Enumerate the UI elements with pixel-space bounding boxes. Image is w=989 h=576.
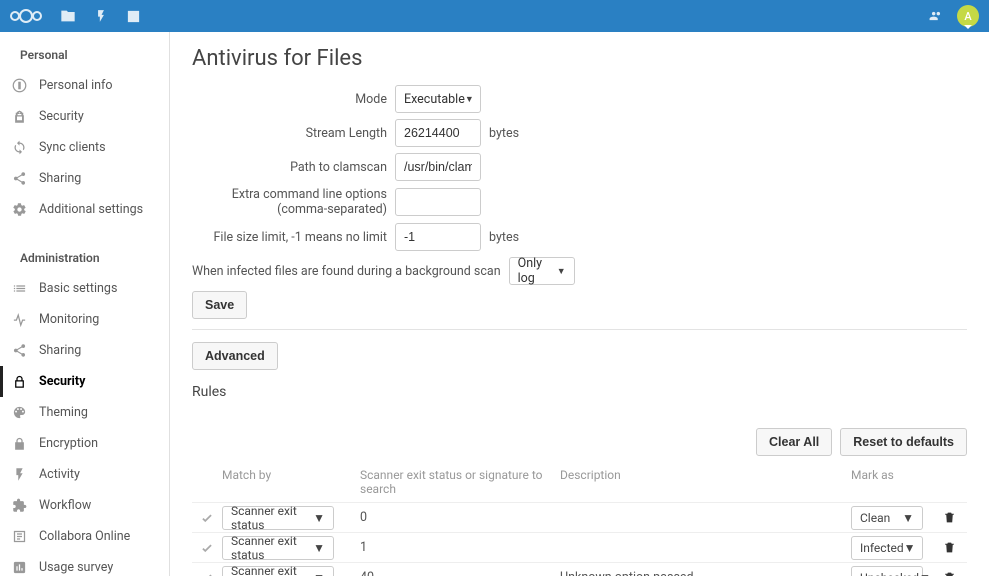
mark-as-select[interactable]: Unchecked▼ [851, 566, 923, 576]
match-by-select[interactable]: Scanner exit status▼ [222, 506, 334, 530]
path-input[interactable] [395, 153, 481, 181]
sidebar-item-basic[interactable]: Basic settings [0, 273, 169, 304]
bytes-suffix-2: bytes [489, 230, 519, 245]
sidebar-item-workflow[interactable]: Workflow [0, 490, 169, 521]
avatar-initial: A [964, 10, 971, 23]
filesize-label: File size limit, -1 means no limit [192, 230, 387, 245]
contacts-icon[interactable] [929, 9, 943, 23]
rules-header: Match by Scanner exit status or signatur… [192, 466, 967, 502]
infected-select[interactable]: Only log▼ [509, 257, 575, 285]
check-icon [192, 563, 222, 576]
main-content: Antivirus for Files Mode Executable▼ Str… [170, 32, 989, 576]
sidebar: Personal Personal info Security Sync cli… [0, 32, 170, 576]
save-button[interactable]: Save [192, 291, 247, 319]
sidebar-section-personal: Personal [0, 44, 169, 70]
table-row: Scanner exit status▼ 0 Clean▼ [192, 502, 967, 532]
top-bar: A [0, 0, 989, 32]
path-label: Path to clamscan [192, 160, 387, 175]
sidebar-item-encryption[interactable]: Encryption [0, 428, 169, 459]
chevron-down-icon: ▼ [904, 541, 916, 555]
sidebar-item-label: Personal info [39, 78, 113, 93]
mode-select[interactable]: Executable▼ [395, 85, 481, 113]
sidebar-section-admin: Administration [0, 247, 169, 273]
col-match-header: Match by [222, 468, 354, 496]
chevron-down-icon: ▼ [902, 511, 914, 525]
sidebar-item-label: Security [39, 109, 84, 124]
gallery-icon[interactable] [126, 9, 141, 24]
sidebar-item-sharing-admin[interactable]: Sharing [0, 335, 169, 366]
sidebar-item-security-admin[interactable]: Security [0, 366, 169, 397]
sidebar-item-additional[interactable]: Additional settings [0, 194, 169, 225]
col-desc-header: Description [554, 468, 851, 496]
sidebar-item-sync[interactable]: Sync clients [0, 132, 169, 163]
delete-button[interactable] [931, 571, 967, 576]
topbar-left [10, 8, 141, 24]
mode-label: Mode [192, 92, 387, 107]
table-row: Scanner exit status▼ 40Unknown option pas… [192, 562, 967, 576]
cmdline-input[interactable] [395, 188, 481, 216]
files-icon[interactable] [60, 8, 76, 24]
sidebar-item-label: Sync clients [39, 140, 106, 155]
topbar-right: A [929, 5, 979, 27]
sidebar-item-label: Security [39, 374, 85, 389]
col-status-header: Scanner exit status or signature to sear… [354, 468, 554, 496]
chevron-down-icon: ▼ [313, 571, 325, 576]
sidebar-item-label: Monitoring [39, 312, 99, 327]
match-by-select[interactable]: Scanner exit status▼ [222, 536, 334, 560]
delete-button[interactable] [931, 511, 967, 524]
sidebar-item-label: Theming [39, 405, 88, 420]
advanced-button[interactable]: Advanced [192, 342, 278, 370]
clear-all-button[interactable]: Clear All [756, 428, 832, 456]
status-value: 0 [354, 510, 554, 525]
chevron-down-icon: ▼ [465, 94, 474, 105]
check-icon [192, 533, 222, 562]
chevron-down-icon: ▼ [557, 266, 566, 277]
rules-title: Rules [192, 384, 967, 400]
sidebar-item-label: Sharing [39, 171, 81, 186]
reset-defaults-button[interactable]: Reset to defaults [840, 428, 967, 456]
col-mark-header: Mark as [851, 468, 931, 496]
cmdline-label: Extra command line options (comma-separa… [192, 187, 387, 217]
sidebar-item-theming[interactable]: Theming [0, 397, 169, 428]
sidebar-item-label: Sharing [39, 343, 81, 358]
sidebar-item-usage[interactable]: Usage survey [0, 552, 169, 576]
delete-button[interactable] [931, 541, 967, 554]
status-value: 1 [354, 540, 554, 555]
sidebar-item-label: Activity [39, 467, 80, 482]
sidebar-item-label: Encryption [39, 436, 98, 451]
bytes-suffix: bytes [489, 126, 519, 141]
table-row: Scanner exit status▼ 1 Infected▼ [192, 532, 967, 562]
status-value: 40 [354, 570, 554, 576]
activity-icon[interactable] [94, 9, 108, 23]
avatar[interactable]: A [957, 5, 979, 27]
sidebar-item-monitoring[interactable]: Monitoring [0, 304, 169, 335]
mark-as-select[interactable]: Clean▼ [851, 506, 923, 530]
stream-length-label: Stream Length [192, 126, 387, 141]
sidebar-item-activity[interactable]: Activity [0, 459, 169, 490]
chevron-down-icon: ▼ [919, 571, 931, 576]
filesize-input[interactable] [395, 223, 481, 251]
sidebar-item-sharing[interactable]: Sharing [0, 163, 169, 194]
infected-label: When infected files are found during a b… [192, 264, 501, 279]
rule-description: Unknown option passed. [554, 570, 851, 576]
page-title: Antivirus for Files [192, 46, 967, 71]
rules-table: Match by Scanner exit status or signatur… [192, 466, 967, 576]
sidebar-item-label: Collabora Online [39, 529, 130, 544]
match-by-select[interactable]: Scanner exit status▼ [222, 566, 334, 576]
check-icon [192, 503, 222, 532]
chevron-down-icon: ▼ [313, 511, 325, 525]
sidebar-item-label: Basic settings [39, 281, 117, 296]
sidebar-item-label: Additional settings [39, 202, 143, 217]
sidebar-item-collabora[interactable]: Collabora Online [0, 521, 169, 552]
sidebar-item-label: Workflow [39, 498, 91, 513]
separator [192, 329, 967, 330]
sidebar-item-personal-info[interactable]: Personal info [0, 70, 169, 101]
stream-length-input[interactable] [395, 119, 481, 147]
mark-as-select[interactable]: Infected▼ [851, 536, 923, 560]
chevron-down-icon: ▼ [313, 541, 325, 555]
sidebar-item-label: Usage survey [39, 560, 113, 575]
sidebar-item-security[interactable]: Security [0, 101, 169, 132]
app-logo[interactable] [10, 9, 42, 23]
